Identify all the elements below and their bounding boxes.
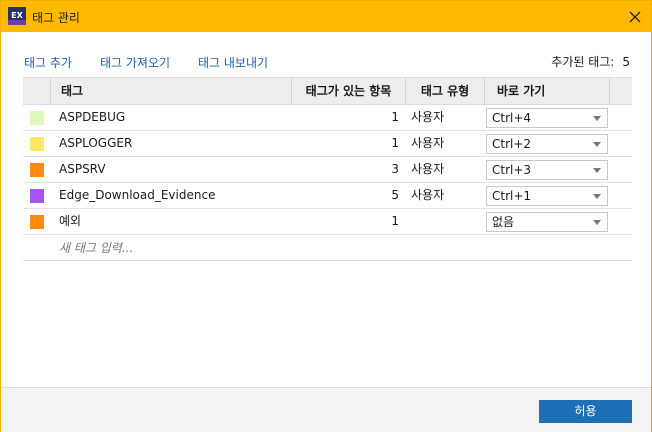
import-tags-link[interactable]: 태그 가져오기 (100, 54, 170, 71)
table-row[interactable]: 예외 1 없음 (23, 209, 632, 235)
tag-name: ASPDEBUG (59, 110, 126, 124)
tag-name: Edge_Download_Evidence (59, 188, 216, 202)
tag-color-swatch[interactable] (30, 137, 44, 151)
tag-name: 예외 (59, 214, 82, 228)
tag-type: 사용자 (411, 110, 445, 124)
close-button[interactable] (619, 1, 651, 32)
ok-button[interactable]: 허용 (539, 400, 632, 423)
chevron-down-icon (593, 194, 601, 199)
shortcut-dropdown[interactable]: Ctrl+2 (486, 134, 608, 154)
add-tag-link[interactable]: 태그 추가 (24, 54, 72, 71)
tag-color-swatch[interactable] (30, 163, 44, 177)
table-row[interactable]: ASPLOGGER 1 사용자 Ctrl+2 (23, 131, 632, 157)
column-header-tag-type[interactable]: 태그 유형 (406, 78, 485, 105)
column-header-item-count[interactable]: 태그가 있는 항목 (292, 78, 406, 105)
tag-item-count: 5 (391, 188, 399, 202)
title-bar[interactable]: EX 태그 관리 (1, 1, 651, 32)
tag-type: 사용자 (411, 136, 445, 150)
app-icon: EX (8, 7, 26, 25)
table-row[interactable]: Edge_Download_Evidence 5 사용자 Ctrl+1 (23, 183, 632, 209)
column-header-shortcut[interactable]: 바로 가기 (485, 78, 610, 105)
added-tags-label: 추가된 태그: (551, 55, 615, 69)
table-header: 태그 태그가 있는 항목 태그 유형 바로 가기 (23, 77, 632, 105)
new-tag-input[interactable] (59, 238, 619, 258)
tag-color-swatch[interactable] (30, 189, 44, 203)
tag-item-count: 3 (391, 162, 399, 176)
shortcut-value: Ctrl+1 (492, 189, 532, 203)
chevron-down-icon (593, 168, 601, 173)
dialog-footer: 허용 (1, 387, 651, 432)
new-tag-row (23, 235, 632, 261)
chevron-down-icon (593, 220, 601, 225)
table-row[interactable]: ASPDEBUG 1 사용자 Ctrl+4 (23, 105, 632, 131)
shortcut-value: Ctrl+3 (492, 163, 532, 177)
tag-item-count: 1 (391, 110, 399, 124)
tag-type: 사용자 (411, 162, 445, 176)
export-tags-link[interactable]: 태그 내보내기 (198, 54, 268, 71)
app-icon-label: EX (11, 11, 23, 20)
chevron-down-icon (593, 116, 601, 121)
added-tags-summary: 추가된 태그: 5 (551, 53, 630, 70)
tag-name: ASPLOGGER (59, 136, 133, 150)
tag-color-swatch[interactable] (30, 111, 44, 125)
tag-item-count: 1 (391, 136, 399, 150)
chevron-down-icon (593, 142, 601, 147)
shortcut-dropdown[interactable]: Ctrl+1 (486, 186, 608, 206)
table-row[interactable]: ASPSRV 3 사용자 Ctrl+3 (23, 157, 632, 183)
shortcut-value: Ctrl+4 (492, 111, 532, 125)
shortcut-dropdown[interactable]: 없음 (486, 212, 608, 232)
tag-type: 사용자 (411, 188, 445, 202)
column-header-tag[interactable]: 태그 (51, 78, 292, 105)
tag-name: ASPSRV (59, 162, 106, 176)
tag-management-dialog: EX 태그 관리 태그 추가 태그 가져오기 태그 내보내기 추가된 태그: 5 … (0, 0, 652, 432)
shortcut-value: Ctrl+2 (492, 137, 532, 151)
window-title: 태그 관리 (32, 11, 80, 25)
tag-item-count: 1 (391, 214, 399, 228)
shortcut-dropdown[interactable]: Ctrl+3 (486, 160, 608, 180)
tag-color-swatch[interactable] (30, 215, 44, 229)
tag-table: 태그 태그가 있는 항목 태그 유형 바로 가기 ASPDEBUG 1 사용자 … (23, 77, 632, 261)
shortcut-value: 없음 (492, 215, 515, 229)
close-icon (629, 11, 641, 22)
added-tags-count: 5 (622, 55, 630, 69)
shortcut-dropdown[interactable]: Ctrl+4 (486, 108, 608, 128)
column-header-color[interactable] (23, 78, 51, 105)
